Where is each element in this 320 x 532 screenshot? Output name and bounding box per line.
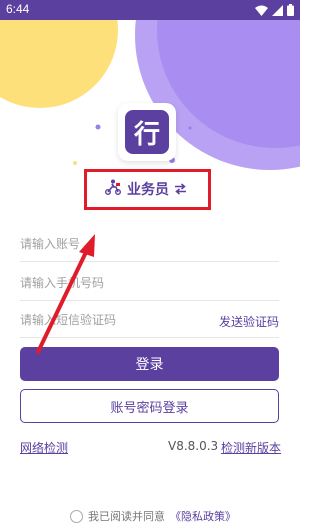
wifi-icon bbox=[255, 5, 268, 16]
account-input[interactable] bbox=[20, 226, 279, 261]
phone-field-row bbox=[20, 265, 279, 301]
check-update-link[interactable]: 检测新版本 bbox=[221, 439, 281, 456]
send-code-button[interactable]: 发送验证码 bbox=[219, 313, 279, 330]
network-check-link[interactable]: 网络检测 bbox=[20, 439, 68, 456]
agreement-row: 我已阅读并同意 《隐私政策》 bbox=[70, 508, 236, 524]
status-time: 6:44 bbox=[6, 2, 30, 16]
sms-code-input[interactable] bbox=[20, 302, 210, 337]
signal-icon bbox=[272, 4, 283, 16]
status-bar: 6:44 bbox=[0, 0, 300, 20]
account-field-row bbox=[20, 226, 279, 262]
agreement-text: 我已阅读并同意 bbox=[88, 510, 165, 523]
version-text: V8.8.0.3 bbox=[168, 439, 219, 453]
status-icons bbox=[255, 4, 294, 16]
decor-dot bbox=[188, 126, 192, 130]
privacy-policy-link[interactable]: 《隐私政策》 bbox=[170, 508, 236, 524]
sms-code-field-row: 发送验证码 bbox=[20, 302, 279, 338]
decor-dot bbox=[95, 124, 101, 130]
agree-checkbox[interactable] bbox=[70, 509, 83, 523]
password-login-button[interactable]: 账号密码登录 bbox=[20, 389, 279, 423]
role-switch-button[interactable]: 业务员 bbox=[104, 178, 187, 200]
battery-icon bbox=[287, 4, 294, 16]
app-logo-char: 行 bbox=[125, 110, 169, 154]
scooter-rider-icon bbox=[104, 179, 122, 199]
app-logo-icon: 行 bbox=[118, 103, 176, 161]
decor-dot bbox=[73, 161, 77, 165]
swap-arrows-icon bbox=[174, 180, 187, 199]
login-button[interactable]: 登录 bbox=[20, 347, 279, 381]
phone-input[interactable] bbox=[20, 265, 279, 300]
role-label: 业务员 bbox=[127, 182, 169, 198]
